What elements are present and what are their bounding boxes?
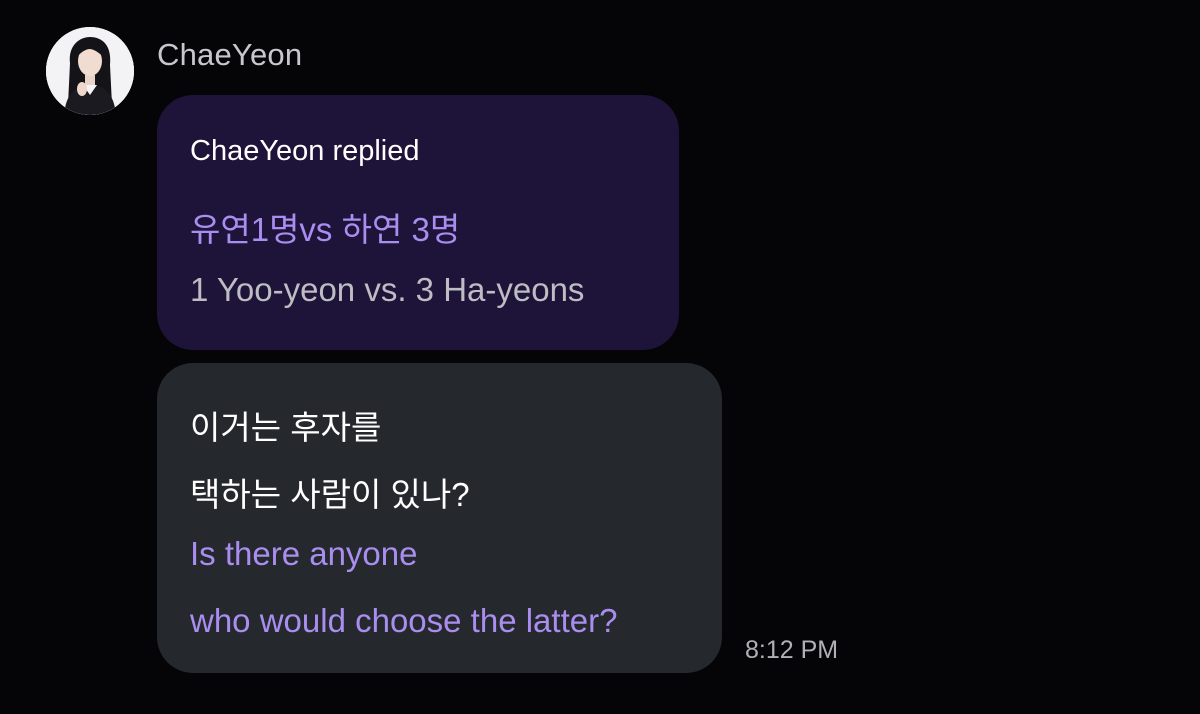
- sender-name: ChaeYeon: [157, 37, 303, 72]
- reply-header: ChaeYeon replied: [190, 135, 420, 167]
- message-korean-line: 택하는 사람이 있나?: [190, 476, 470, 513]
- message-bubble[interactable]: 이거는 후자를 택하는 사람이 있나? Is there anyone who …: [157, 363, 722, 673]
- profile-photo-icon: [46, 27, 134, 115]
- message-korean-line: 이거는 후자를: [190, 409, 382, 446]
- reply-translation-text: 1 Yoo-yeon vs. 3 Ha-yeons: [190, 271, 585, 308]
- reply-quote-bubble[interactable]: ChaeYeon replied 유연1명vs 하연 3명 1 Yoo-yeon…: [157, 95, 679, 350]
- message-timestamp: 8:12 PM: [745, 636, 839, 664]
- message-english-line: Is there anyone: [190, 535, 418, 572]
- reply-korean-text: 유연1명vs 하연 3명: [190, 211, 461, 248]
- message-english-line: who would choose the latter?: [190, 602, 618, 639]
- chat-screen: ChaeYeon ChaeYeon replied 유연1명vs 하연 3명 1…: [0, 0, 1200, 714]
- sender-avatar[interactable]: [46, 27, 134, 115]
